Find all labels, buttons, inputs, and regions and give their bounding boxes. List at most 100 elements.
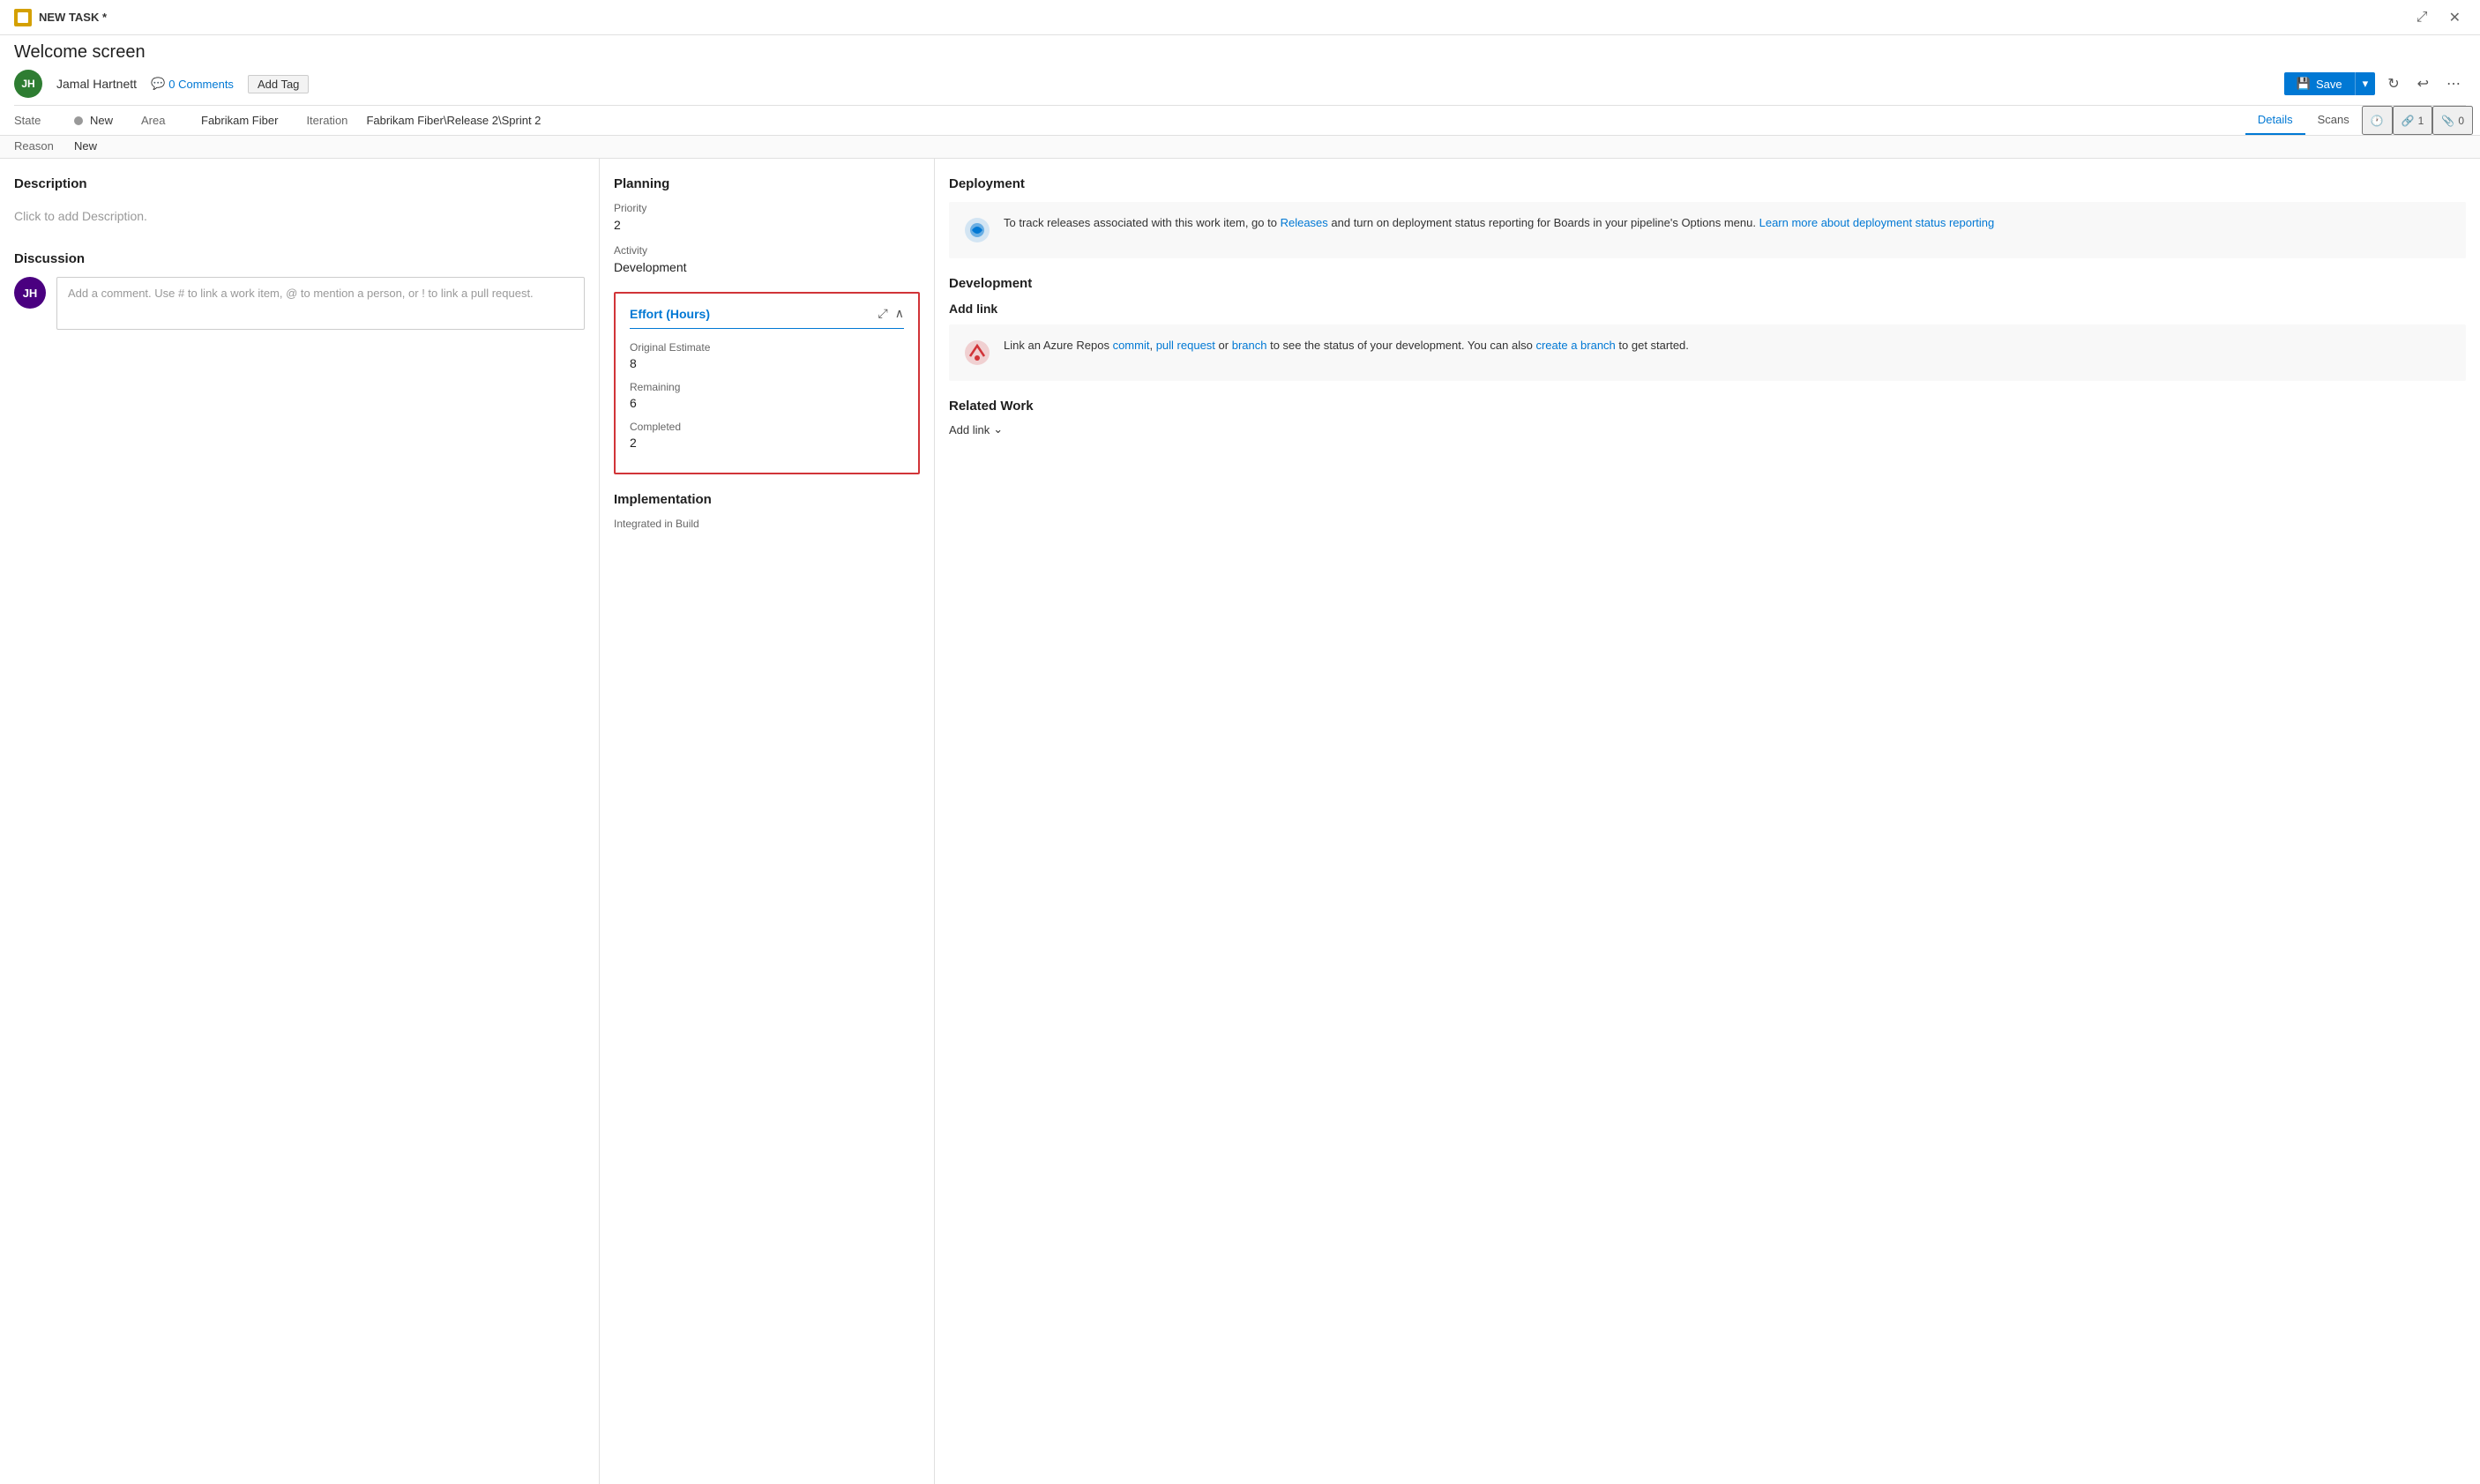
refresh-button[interactable]: ↻ (2382, 71, 2404, 96)
header-meta: JH Jamal Hartnett 💬 0 Comments Add Tag 💾… (14, 70, 2466, 106)
deployment-text-1: To track releases associated with this w… (1004, 216, 1281, 229)
add-tag-button[interactable]: Add Tag (248, 75, 309, 93)
implementation-section: Implementation Integrated in Build (614, 492, 920, 530)
priority-label: Priority (614, 202, 920, 214)
add-link-button[interactable]: Add link ⌄ (949, 422, 1003, 436)
right-panel: Deployment To track releases associated … (935, 159, 2480, 1484)
left-panel: Description Click to add Description. Di… (0, 159, 600, 1484)
comments-count: 0 Comments (168, 78, 234, 91)
deployment-icon (961, 214, 993, 246)
header-actions: 💾 Save ▾ ↻ ↩ ⋯ (2284, 71, 2466, 96)
middle-panel: Planning Priority 2 Activity Development… (600, 159, 935, 1484)
learn-more-link[interactable]: Learn more about deployment status repor… (1759, 216, 1995, 229)
create-branch-link[interactable]: create a branch (1535, 339, 1615, 352)
state-group: State New (14, 114, 113, 127)
activity-value[interactable]: Development (614, 260, 920, 274)
header: Welcome screen JH Jamal Hartnett 💬 0 Com… (0, 35, 2480, 106)
chevron-down-icon: ⌄ (993, 422, 1003, 436)
area-group: Area Fabrikam Fiber (141, 114, 278, 127)
save-button[interactable]: 💾 Save ▾ (2284, 72, 2375, 95)
area-value[interactable]: Fabrikam Fiber (201, 114, 278, 127)
more-button[interactable]: ⋯ (2441, 71, 2466, 96)
tab-links[interactable]: 🔗 1 (2393, 106, 2433, 135)
effort-collapse-button[interactable]: ∧ (895, 306, 904, 321)
activity-label: Activity (614, 244, 920, 257)
discussion-avatar: JH (14, 277, 46, 309)
state-label: State (14, 114, 67, 127)
save-dropdown-arrow[interactable]: ▾ (2355, 72, 2376, 95)
state-value[interactable]: New (90, 114, 113, 127)
title-bar-left: NEW TASK * (14, 9, 107, 26)
planning-section-title: Planning (614, 176, 920, 191)
expand-button[interactable]: ⤢ (2411, 7, 2433, 28)
discussion-input[interactable]: Add a comment. Use # to link a work item… (56, 277, 585, 330)
page-title: Welcome screen (14, 42, 2466, 63)
state-dot (74, 116, 83, 125)
remaining-field: Remaining 6 (630, 381, 904, 410)
avatar: JH (14, 70, 42, 98)
effort-actions: ⤢ ∧ (878, 306, 904, 321)
deployment-title: Deployment (949, 176, 2466, 191)
dev-card: Link an Azure Repos commit, pull request… (949, 324, 2466, 381)
completed-label: Completed (630, 421, 904, 433)
related-work-title: Related Work (949, 399, 2466, 414)
history-icon: 🕐 (2371, 115, 2384, 127)
attachment-icon: 📎 (2441, 115, 2454, 127)
completed-value[interactable]: 2 (630, 436, 904, 450)
original-estimate-field: Original Estimate 8 (630, 341, 904, 370)
tab-details[interactable]: Details (2245, 106, 2305, 135)
original-estimate-label: Original Estimate (630, 341, 904, 354)
dev-description: Link an Azure Repos commit, pull request… (1004, 337, 1689, 369)
attachments-count: 0 (2458, 115, 2464, 127)
save-button-main: 💾 Save (2284, 72, 2355, 95)
discussion-section-title: Discussion (14, 251, 585, 266)
original-estimate-value[interactable]: 8 (630, 356, 904, 370)
title-bar-right: ⤢ ✕ (2411, 7, 2466, 28)
task-icon (14, 9, 32, 26)
reason-row: Reason New (0, 136, 2480, 159)
dev-icon (961, 337, 993, 369)
effort-title: Effort (Hours) (630, 307, 710, 321)
commit-link[interactable]: commit (1113, 339, 1150, 352)
reason-label: Reason (14, 139, 67, 153)
add-link-label: Add link (949, 423, 990, 436)
remaining-label: Remaining (630, 381, 904, 393)
integrated-in-build-label: Integrated in Build (614, 518, 920, 530)
dev-add-link-title: Add link (949, 302, 2466, 316)
comment-icon: 💬 (151, 77, 165, 91)
save-label: Save (2316, 78, 2342, 91)
deployment-description: To track releases associated with this w… (1004, 214, 1994, 246)
iteration-label: Iteration (306, 114, 359, 127)
deployment-text-2: and turn on deployment status reporting … (1328, 216, 1759, 229)
development-section: Development Add link Link an Azure Repos… (949, 276, 2466, 381)
tab-attachments[interactable]: 📎 0 (2432, 106, 2473, 135)
deployment-card: To track releases associated with this w… (949, 202, 2466, 258)
main-content: Description Click to add Description. Di… (0, 159, 2480, 1484)
remaining-value[interactable]: 6 (630, 396, 904, 410)
implementation-title: Implementation (614, 492, 920, 507)
description-placeholder[interactable]: Click to add Description. (14, 202, 585, 230)
effort-expand-button[interactable]: ⤢ (878, 306, 888, 321)
priority-value[interactable]: 2 (614, 218, 920, 232)
close-button[interactable]: ✕ (2444, 7, 2466, 28)
user-name: Jamal Hartnett (56, 77, 137, 91)
state-row: State New Area Fabrikam Fiber Iteration … (0, 107, 2245, 134)
comments-button[interactable]: 💬 0 Comments (151, 77, 234, 91)
tab-scans[interactable]: Scans (2305, 106, 2362, 135)
releases-link[interactable]: Releases (1281, 216, 1328, 229)
reason-value[interactable]: New (74, 139, 97, 153)
branch-link[interactable]: branch (1232, 339, 1267, 352)
link-icon: 🔗 (2402, 115, 2415, 127)
pull-request-link[interactable]: pull request (1156, 339, 1215, 352)
dev-text-5: to get started. (1616, 339, 1689, 352)
discussion-section: Discussion JH Add a comment. Use # to li… (14, 251, 585, 330)
activity-field: Activity Development (614, 244, 920, 274)
tab-history[interactable]: 🕐 (2362, 106, 2393, 135)
title-bar: NEW TASK * ⤢ ✕ (0, 0, 2480, 35)
iteration-value[interactable]: Fabrikam Fiber\Release 2\Sprint 2 (366, 114, 541, 127)
dev-text-3: or (1215, 339, 1232, 352)
window-title: NEW TASK * (39, 11, 107, 24)
tabs: Details Scans 🕐 🔗 1 📎 0 (2245, 106, 2473, 135)
undo-button[interactable]: ↩ (2412, 71, 2434, 96)
iteration-group: Iteration Fabrikam Fiber\Release 2\Sprin… (306, 114, 541, 127)
